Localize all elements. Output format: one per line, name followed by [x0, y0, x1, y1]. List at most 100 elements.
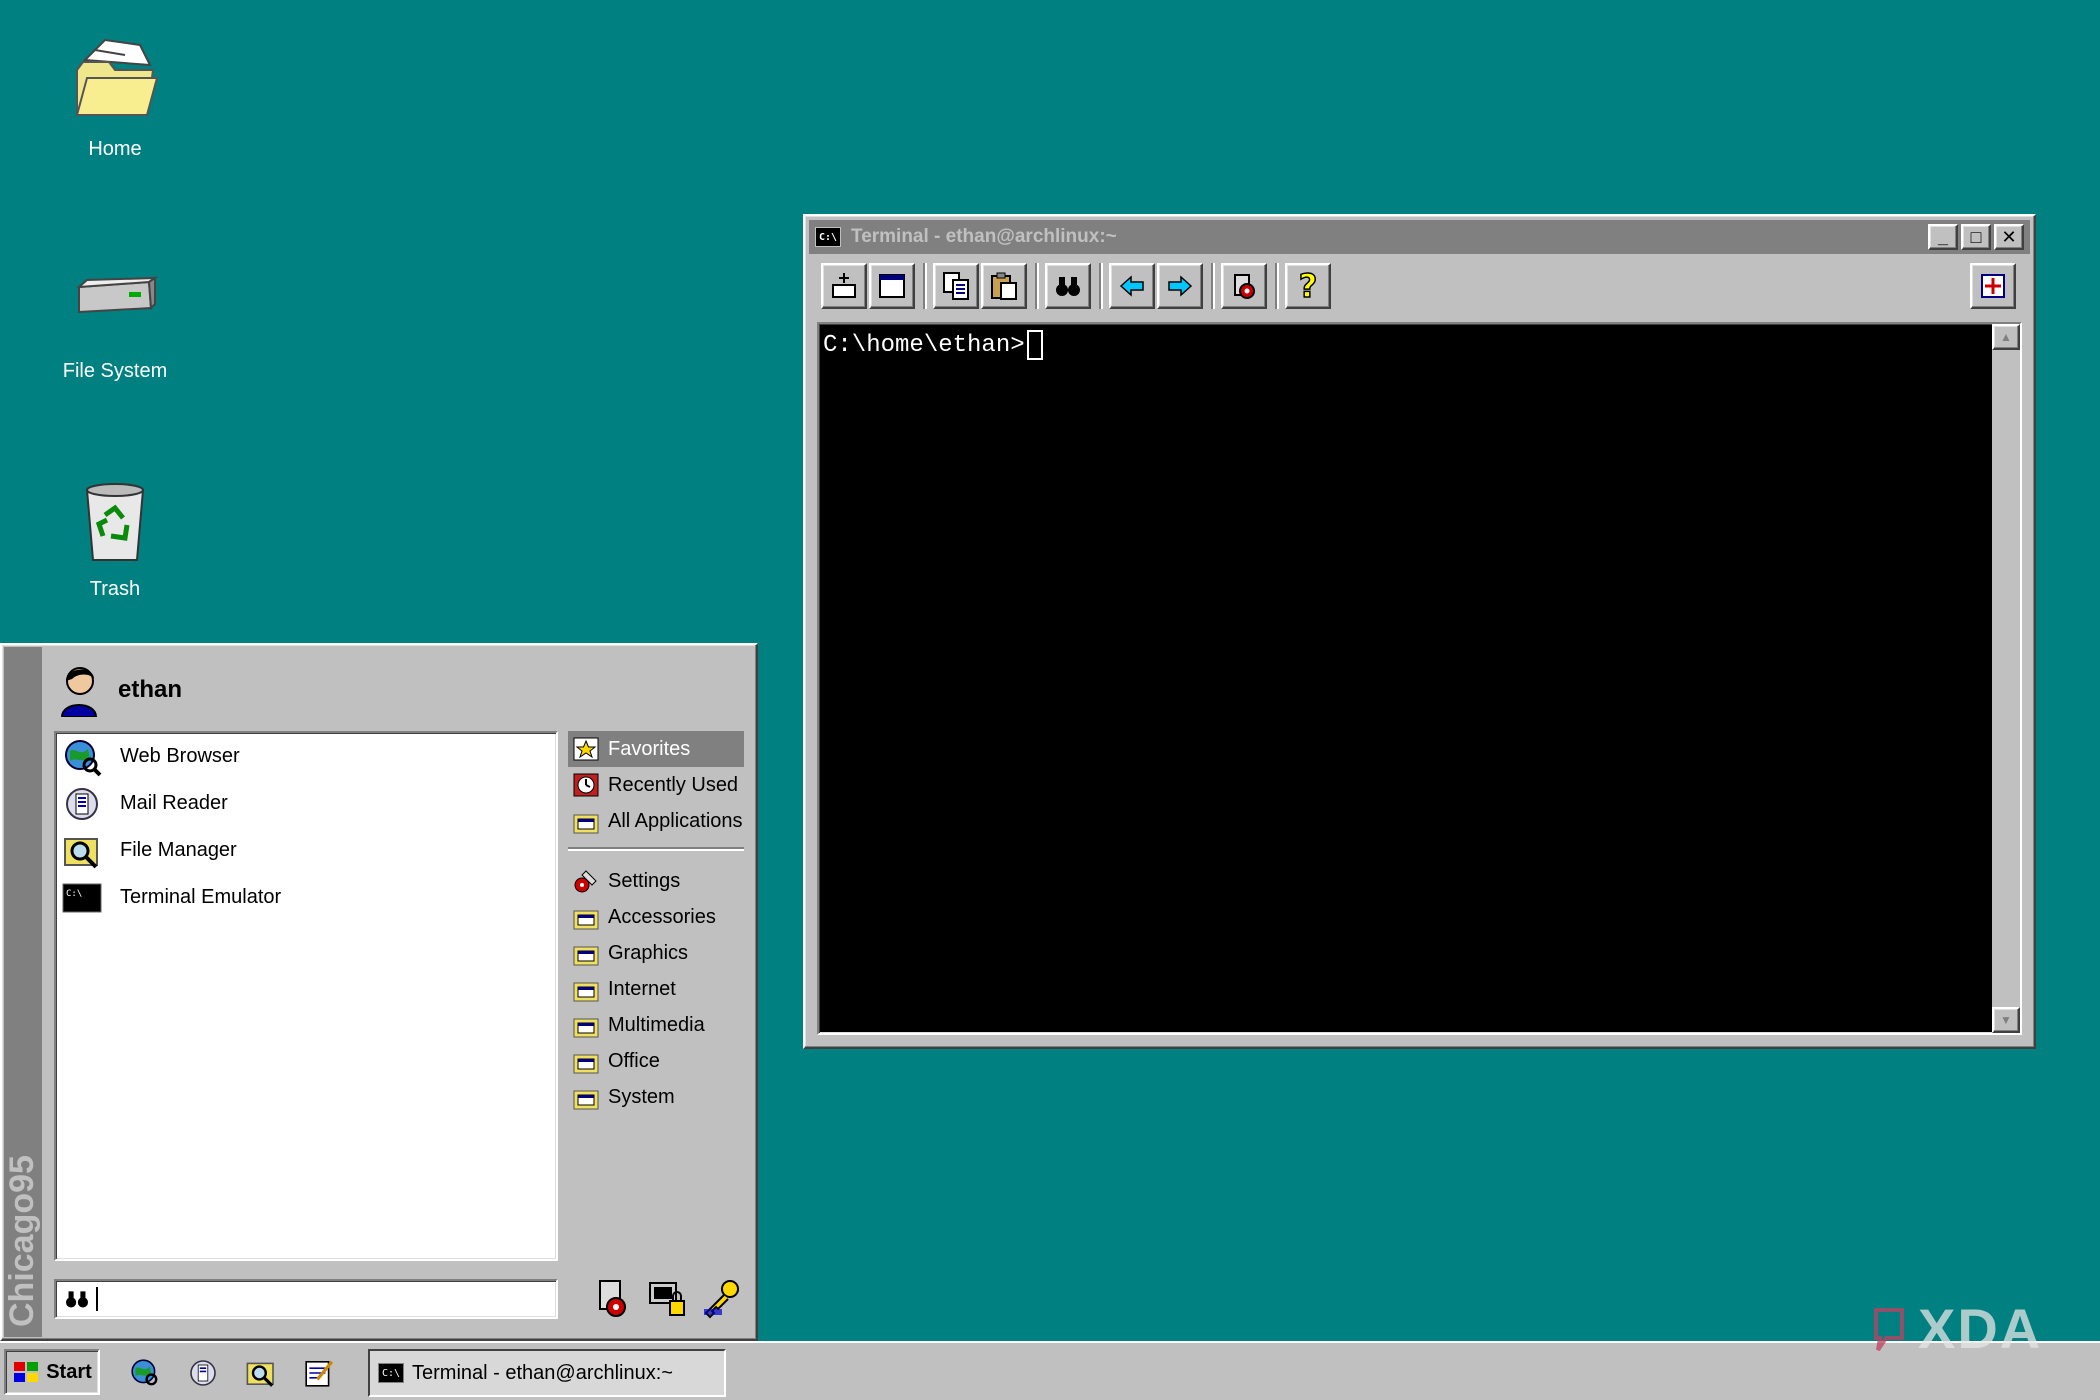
close-icon: ✕ — [2001, 226, 2017, 247]
next-tab-icon — [1168, 275, 1193, 297]
category-settings[interactable]: Settings — [568, 863, 744, 899]
category-label: Accessories — [608, 905, 716, 928]
start-menu: Chicago95 ethan Web Browser Mail Reader — [0, 643, 758, 1341]
scroll-up-button[interactable]: ▲ — [1992, 324, 2020, 350]
category-list: Favorites Recently Used All Applications… — [568, 731, 744, 1115]
desktop-icon-home[interactable]: Home — [35, 30, 195, 161]
search-input[interactable] — [54, 1279, 558, 1319]
category-system[interactable]: System — [568, 1079, 744, 1115]
arrow-up-icon: ▲ — [2000, 330, 2012, 344]
toolbar-separator — [923, 263, 927, 309]
log-out-button[interactable] — [698, 1275, 744, 1321]
program-group-icon — [573, 814, 599, 834]
desktop-icon-trash[interactable]: Trash — [35, 470, 195, 601]
favorite-mail-reader[interactable]: Mail Reader — [56, 780, 556, 827]
help-button[interactable]: ? — [1285, 263, 1331, 309]
file-manager-icon — [60, 829, 104, 873]
program-group-icon — [573, 982, 599, 1002]
settings-manager-button[interactable] — [590, 1275, 636, 1321]
svg-text:C:\: C:\ — [66, 889, 82, 899]
close-button[interactable]: ✕ — [1994, 224, 2024, 250]
terminal-window[interactable]: C:\ Terminal - ethan@archlinux:~ _ □ ✕ ?… — [803, 214, 2036, 1049]
launch-mail-button[interactable] — [184, 1355, 222, 1391]
maximize-button[interactable]: □ — [1961, 224, 1991, 250]
new-tab-button[interactable] — [821, 263, 867, 309]
terminal-icon: C:\ — [378, 1363, 404, 1383]
launch-text-editor-button[interactable] — [300, 1355, 338, 1391]
taskbar-item-terminal[interactable]: C:\ Terminal - ethan@archlinux:~ — [368, 1349, 726, 1397]
category-graphics[interactable]: Graphics — [568, 935, 744, 971]
launch-file-manager-button[interactable] — [242, 1355, 280, 1391]
paste-icon — [991, 272, 1017, 300]
terminal-prompt-line: C:\home\ethan> — [823, 330, 1043, 360]
program-group-icon — [573, 910, 599, 930]
lock-screen-button[interactable] — [644, 1275, 690, 1321]
category-label: Recently Used — [608, 773, 739, 796]
category-favorites[interactable]: Favorites — [568, 731, 744, 767]
paste-button[interactable] — [981, 263, 1027, 309]
previous-tab-button[interactable] — [1109, 263, 1155, 309]
category-recently-used[interactable]: Recently Used — [568, 767, 744, 803]
launch-browser-button[interactable] — [126, 1355, 164, 1391]
category-internet[interactable]: Internet — [568, 971, 744, 1007]
start-menu-banner: Chicago95 — [3, 647, 42, 1337]
search-icon — [66, 1291, 88, 1308]
lock-icon — [649, 1282, 685, 1316]
find-icon — [1056, 277, 1080, 296]
folder-icon — [65, 30, 165, 130]
text-cursor — [96, 1287, 98, 1311]
svg-text:?: ? — [1299, 269, 1318, 303]
scroll-down-button[interactable]: ▼ — [1992, 1007, 2020, 1033]
help-icon: ? — [1298, 269, 1318, 303]
favorites-list: Web Browser Mail Reader File Manager C:\… — [54, 731, 558, 1261]
category-office[interactable]: Office — [568, 1043, 744, 1079]
find-button[interactable] — [1045, 263, 1091, 309]
taskbar: Start C:\ Terminal - ethan@archlinux:~ — [0, 1341, 2100, 1400]
xda-watermark: XDA — [1872, 1296, 2042, 1361]
favorite-terminal-emulator[interactable]: C:\ Terminal Emulator — [56, 874, 556, 921]
new-window-button[interactable] — [869, 263, 915, 309]
xda-logo-icon — [1874, 1307, 1904, 1351]
category-all-applications[interactable]: All Applications — [568, 803, 744, 839]
favorite-file-manager[interactable]: File Manager — [56, 827, 556, 874]
clock-icon — [573, 773, 599, 797]
category-label: Favorites — [608, 737, 691, 760]
copy-button[interactable] — [933, 263, 979, 309]
toolbar-separator — [1099, 263, 1103, 309]
drive-icon — [65, 252, 165, 352]
vertical-scrollbar[interactable]: ▲ ▼ — [1992, 324, 2020, 1033]
user-header: ethan — [56, 663, 182, 717]
terminal-icon: C:\ — [815, 227, 841, 247]
arrow-down-icon: ▼ — [2000, 1013, 2012, 1027]
desktop-icon-label: File System — [62, 360, 168, 382]
category-multimedia[interactable]: Multimedia — [568, 1007, 744, 1043]
category-separator — [568, 847, 744, 851]
category-label: Internet — [608, 977, 676, 1000]
desktop-icon-file-system[interactable]: File System — [35, 252, 195, 383]
preferences-button[interactable] — [1221, 263, 1267, 309]
browser-icon — [131, 1359, 158, 1386]
fullscreen-button[interactable] — [1970, 263, 2016, 309]
terminal-output[interactable]: C:\home\ethan> ▲ ▼ — [817, 322, 2022, 1035]
favorite-label: Web Browser — [120, 745, 240, 767]
task-label: Terminal - ethan@archlinux:~ — [412, 1361, 673, 1384]
avatar — [60, 667, 98, 717]
start-label: Start — [46, 1360, 92, 1383]
user-name: ethan — [118, 676, 183, 703]
favorite-web-browser[interactable]: Web Browser — [56, 733, 556, 780]
minimize-button[interactable]: _ — [1928, 224, 1958, 250]
star-folder-icon — [573, 737, 599, 761]
text-editor-icon — [305, 1360, 334, 1387]
mail-icon — [60, 782, 104, 826]
terminal-title-bar[interactable]: C:\ Terminal - ethan@archlinux:~ _ □ ✕ — [809, 220, 2030, 254]
category-label: All Applications — [608, 809, 743, 832]
key-icon — [704, 1280, 739, 1319]
program-group-icon — [573, 1018, 599, 1038]
settings-icon — [574, 870, 597, 893]
mail-icon — [190, 1360, 216, 1386]
minimize-icon: _ — [1937, 226, 1948, 247]
copy-icon — [943, 272, 969, 300]
next-tab-button[interactable] — [1157, 263, 1203, 309]
start-button[interactable]: Start — [4, 1349, 100, 1395]
category-accessories[interactable]: Accessories — [568, 899, 744, 935]
